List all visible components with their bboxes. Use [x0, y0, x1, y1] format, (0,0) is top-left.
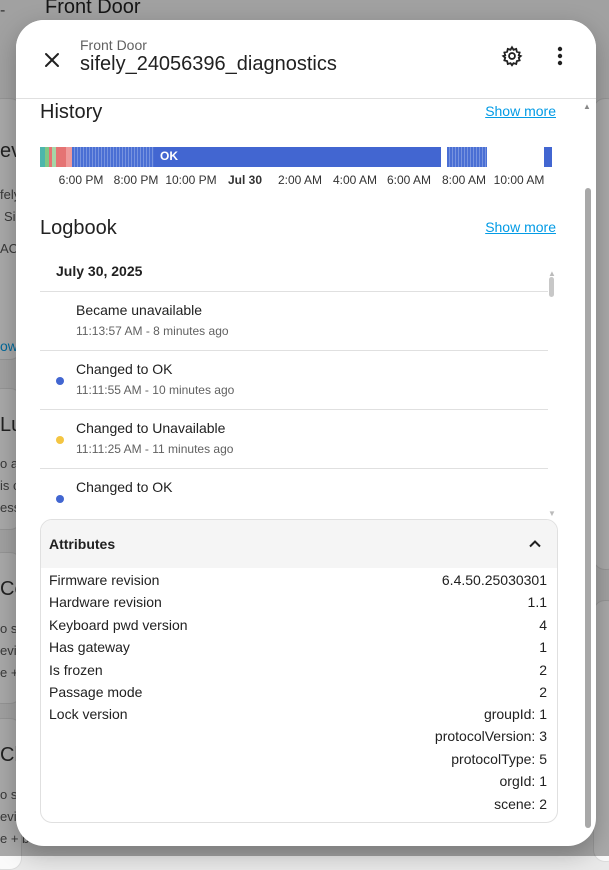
- dots-vertical-icon: [557, 46, 563, 66]
- logbook-entry-message: Changed to OK: [76, 361, 173, 377]
- attribute-value: 2: [539, 684, 547, 700]
- logbook-date: July 30, 2025: [56, 263, 143, 279]
- state-dot-icon: [56, 377, 64, 385]
- logbook-entry-time: 11:11:25 AM - 11 minutes ago: [76, 442, 234, 456]
- attributes-panel: Attributes Firmware revision 6.4.50.2503…: [40, 519, 558, 823]
- logbook-scroll-down-icon[interactable]: ▼: [548, 509, 556, 518]
- logbook-show-more-link[interactable]: Show more: [485, 219, 556, 235]
- logbook-entry-message: Became unavailable: [76, 302, 203, 318]
- history-show-more-link[interactable]: Show more: [485, 103, 556, 119]
- timeline-tick: 10:00 AM: [493, 173, 545, 187]
- timeline-tick: 8:00 AM: [441, 173, 487, 187]
- lock-version-subvalue: orgId: 1: [499, 773, 547, 789]
- timeline-segment-ok: OK: [154, 147, 441, 167]
- attribute-value: 1.1: [527, 594, 547, 610]
- attribute-name: Hardware revision: [49, 594, 162, 610]
- logbook-entry[interactable]: Changed to Unavailable 11:11:25 AM - 11 …: [40, 409, 548, 468]
- logbook-scrollbar[interactable]: [549, 277, 554, 297]
- logbook-entry-time: 11:13:57 AM - 8 minutes ago: [76, 324, 229, 338]
- timeline-segment: [447, 147, 487, 167]
- timeline-tick: 6:00 PM: [58, 173, 104, 187]
- logbook-entry-message: Changed to OK: [76, 479, 173, 495]
- attribute-value: 4: [539, 617, 547, 633]
- more-options-button[interactable]: [544, 40, 576, 72]
- close-button[interactable]: [36, 44, 68, 76]
- attribute-name: Is frozen: [49, 662, 103, 678]
- gear-icon: [501, 45, 523, 67]
- logbook-entry[interactable]: Changed to OK: [40, 468, 548, 521]
- settings-button[interactable]: [496, 40, 528, 72]
- state-dot-icon: [56, 436, 64, 444]
- lock-version-subvalue: protocolVersion: 3: [434, 728, 547, 744]
- history-timeline[interactable]: OK: [40, 147, 554, 167]
- attribute-name: Keyboard pwd version: [49, 617, 188, 633]
- dialog-subtitle: Front Door: [80, 37, 147, 53]
- history-title: History: [40, 101, 103, 123]
- attribute-name: Firmware revision: [49, 572, 160, 588]
- timeline-tick: 2:00 AM: [277, 173, 323, 187]
- chevron-up-icon[interactable]: [527, 536, 543, 552]
- dialog-scroll-up-icon[interactable]: ▲: [583, 102, 591, 111]
- timeline-segment: [72, 147, 154, 167]
- attribute-name: Lock version: [49, 706, 128, 722]
- attributes-title: Attributes: [49, 536, 116, 552]
- timeline-segment: [544, 147, 552, 167]
- timeline-tick: Jul 30: [227, 173, 263, 187]
- timeline-segment: [56, 147, 66, 167]
- lock-version-subvalue: protocolType: 5: [451, 751, 547, 767]
- dialog-header: Front Door sifely_24056396_diagnostics: [16, 20, 596, 99]
- logbook-entry-time: 11:11:55 AM - 10 minutes ago: [76, 383, 235, 397]
- timeline-tick: 8:00 PM: [113, 173, 159, 187]
- attributes-header[interactable]: Attributes: [41, 520, 557, 568]
- attribute-value: 2: [539, 662, 547, 678]
- timeline-state-label: OK: [160, 149, 178, 163]
- entity-dialog: Front Door sifely_24056396_diagnostics H…: [16, 20, 596, 846]
- state-dot-icon: [56, 495, 64, 503]
- attribute-name: Has gateway: [49, 639, 130, 655]
- lock-version-subvalue: scene: 2: [494, 796, 547, 812]
- attribute-value: 6.4.50.25030301: [441, 572, 547, 588]
- attribute-name: Passage mode: [49, 684, 143, 700]
- close-icon: [45, 53, 59, 67]
- logbook-list: Became unavailable 11:13:57 AM - 8 minut…: [40, 291, 548, 521]
- timeline-tick: 6:00 AM: [386, 173, 432, 187]
- dialog-scrollbar[interactable]: [585, 188, 591, 828]
- logbook-title: Logbook: [40, 217, 117, 239]
- logbook-entry-message: Changed to Unavailable: [76, 420, 226, 436]
- logbook-entry[interactable]: Became unavailable 11:13:57 AM - 8 minut…: [40, 291, 548, 350]
- timeline-tick: 10:00 PM: [165, 173, 217, 187]
- attribute-value: groupId: 1: [483, 706, 547, 722]
- timeline-axis: 6:00 PM 8:00 PM 10:00 PM Jul 30 2:00 AM …: [40, 173, 580, 189]
- dialog-title: sifely_24056396_diagnostics: [80, 53, 337, 75]
- attribute-value: 1: [539, 639, 547, 655]
- timeline-tick: 4:00 AM: [332, 173, 378, 187]
- dialog-body: History Show more OK 6:00 PM 8:00 PM 10:…: [16, 99, 596, 846]
- logbook-entry[interactable]: Changed to OK 11:11:55 AM - 10 minutes a…: [40, 350, 548, 409]
